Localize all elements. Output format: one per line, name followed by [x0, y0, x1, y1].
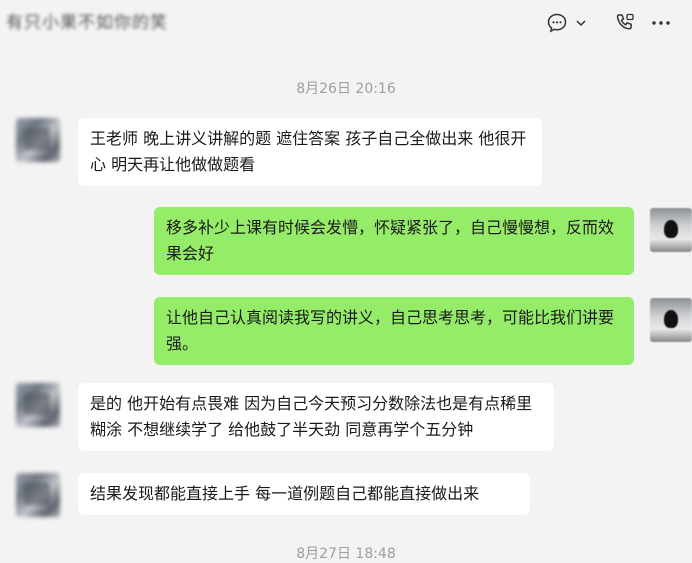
message-bubble-incoming[interactable]: 是的 他开始有点畏难 因为自己今天预习分数除法也是有点稀里糊涂 不想继续学了 给… — [78, 383, 554, 451]
message-bubble-incoming[interactable]: 王老师 晚上讲义讲解的题 遮住答案 孩子自己全做出来 他很开心 明天再让他做做题… — [78, 118, 542, 186]
more-icon[interactable] — [648, 10, 674, 36]
message-bubble-outgoing[interactable]: 移多补少上课有时候会发懵，怀疑紧张了，自己慢慢想，反而效果会好 — [154, 207, 634, 275]
contact-avatar[interactable] — [16, 383, 60, 427]
chat-bubble-icon[interactable] — [544, 10, 570, 36]
self-avatar[interactable] — [650, 298, 692, 342]
phone-video-icon[interactable] — [612, 10, 638, 36]
chevron-down-icon[interactable] — [574, 10, 588, 36]
message-timestamp: 8月27日 18:48 — [296, 546, 396, 562]
contact-avatar[interactable] — [16, 118, 60, 162]
chat-header: 有只小果不如你的笑 — [0, 0, 692, 48]
self-avatar[interactable] — [650, 208, 692, 252]
message-bubble-incoming[interactable]: 结果发现都能直接上手 每一道例题自己都能直接做出来 — [78, 473, 530, 515]
message-timestamp: 8月26日 20:16 — [296, 81, 396, 97]
chat-title: 有只小果不如你的笑 — [6, 13, 168, 33]
header-actions — [544, 10, 674, 36]
contact-avatar[interactable] — [16, 473, 60, 517]
message-bubble-outgoing[interactable]: 让他自己认真阅读我写的讲义，自己思考思考，可能比我们讲要强。 — [154, 297, 634, 365]
